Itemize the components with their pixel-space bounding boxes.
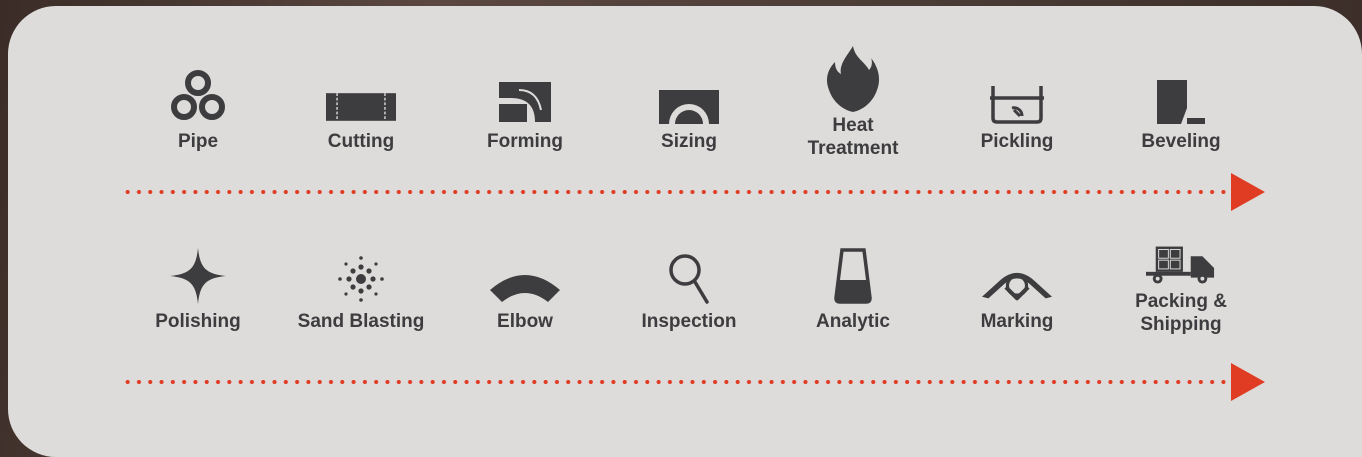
step-label: Beveling <box>1141 131 1221 152</box>
step-marking: Marking <box>942 244 1092 333</box>
magnifier-icon <box>654 244 724 304</box>
step-label: Forming <box>487 131 563 152</box>
step-label: Cutting <box>327 131 395 152</box>
step-analytic: Analytic <box>778 244 928 333</box>
step-cutting: Cutting <box>286 62 436 153</box>
step-label: Inspection <box>641 311 737 332</box>
step-label: Pickling <box>980 131 1054 152</box>
marking-icon <box>982 244 1052 304</box>
sizing-icon <box>654 62 724 124</box>
step-label: Marking <box>980 311 1054 332</box>
step-pipe: Pipe <box>123 62 273 153</box>
pipe-bundle-icon <box>163 62 233 124</box>
step-label: Analytic <box>816 311 890 332</box>
step-pickling: Pickling <box>942 62 1092 153</box>
flow-line-top <box>122 190 1232 194</box>
step-inspection: Inspection <box>614 244 764 333</box>
beaker-icon <box>818 244 888 304</box>
step-label: Sizing <box>661 131 717 152</box>
step-sizing: Sizing <box>614 62 764 153</box>
flame-icon <box>818 44 888 112</box>
forming-icon <box>490 62 560 124</box>
step-elbow: Elbow <box>450 244 600 333</box>
sparkle-icon <box>163 244 233 304</box>
step-label: Elbow <box>497 311 553 332</box>
step-label: Packing & Shipping <box>1135 291 1227 335</box>
sand-blast-icon <box>326 244 396 304</box>
step-label: Polishing <box>155 311 241 332</box>
cutting-icon <box>326 62 396 124</box>
beveling-icon <box>1146 62 1216 124</box>
flow-arrow-top <box>1231 173 1265 211</box>
step-sand-blasting: Sand Blasting <box>286 244 436 333</box>
step-beveling: Beveling <box>1106 62 1256 153</box>
delivery-truck-icon <box>1146 244 1216 286</box>
step-label: Heat Treatment <box>807 115 899 159</box>
step-label: Pipe <box>177 131 219 152</box>
pickling-tank-icon <box>982 62 1052 124</box>
step-label: Sand Blasting <box>297 311 425 332</box>
elbow-icon <box>490 244 560 304</box>
step-packing-shipping: Packing & Shipping <box>1106 244 1256 336</box>
flow-arrow-bottom <box>1231 363 1265 401</box>
step-forming: Forming <box>450 62 600 153</box>
step-polishing: Polishing <box>123 244 273 333</box>
flow-line-bottom <box>122 380 1232 384</box>
step-heat-treatment: Heat Treatment <box>778 44 928 160</box>
